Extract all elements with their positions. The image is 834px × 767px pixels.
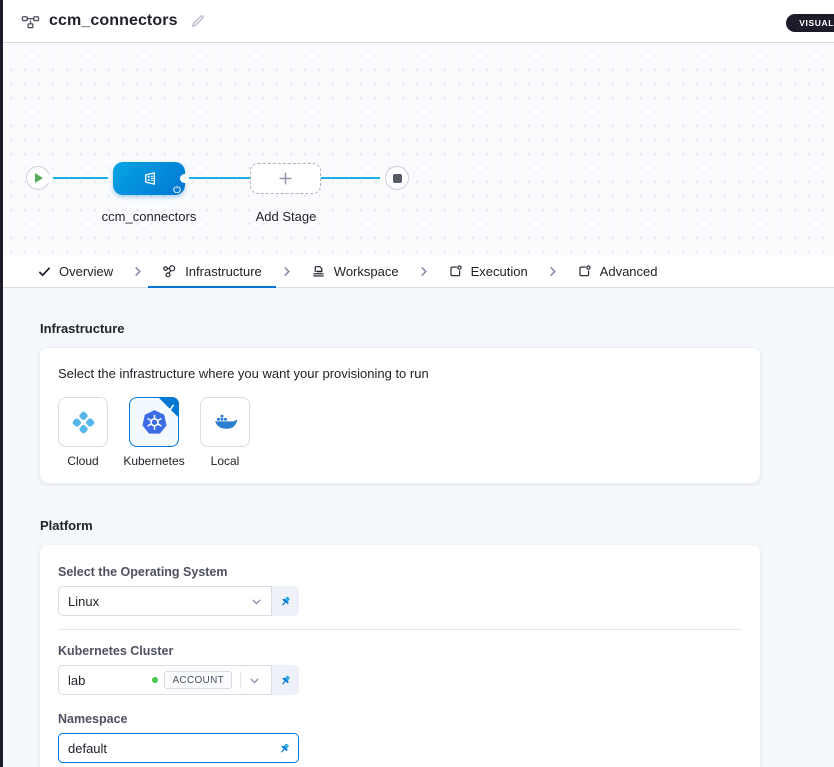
stop-icon	[393, 174, 402, 183]
selected-check-icon	[166, 399, 175, 417]
scope-badge: ACCOUNT	[164, 671, 232, 689]
docker-icon	[211, 408, 239, 436]
pipeline-end-node[interactable]	[385, 166, 409, 190]
edit-pencil-icon[interactable]	[190, 14, 205, 29]
kubernetes-tile[interactable]	[129, 397, 179, 447]
os-fixed-value-button[interactable]	[272, 586, 299, 616]
pipeline-icon	[21, 12, 40, 31]
infra-option-kubernetes[interactable]: Kubernetes	[129, 397, 179, 468]
os-field: Linux	[58, 586, 742, 616]
infra-option-cloud[interactable]: Cloud	[58, 397, 108, 468]
connector-dot	[44, 174, 53, 183]
chevron-right-icon	[547, 255, 558, 287]
pin-icon	[278, 742, 291, 755]
tab-workspace[interactable]: Workspace	[297, 255, 413, 287]
play-icon	[35, 173, 43, 183]
kubernetes-label: Kubernetes	[123, 454, 184, 468]
stage-config-tabbar: Overview Infrastructure Workspace Execut…	[0, 255, 834, 288]
pipeline-canvas[interactable]: ccm_connectors Add Stage	[0, 43, 834, 255]
cluster-field: lab ACCOUNT	[58, 665, 742, 695]
local-tile[interactable]	[200, 397, 250, 447]
chevron-right-icon	[281, 255, 292, 287]
cluster-label: Kubernetes Cluster	[58, 644, 742, 658]
pipeline-connector-line	[38, 177, 397, 179]
chevron-right-icon	[418, 255, 429, 287]
namespace-fixed-value-button[interactable]	[278, 742, 291, 755]
namespace-label: Namespace	[58, 712, 742, 726]
cloud-icon	[70, 409, 97, 436]
infrastructure-tab-content: Infrastructure Select the infrastructure…	[0, 288, 834, 767]
cloud-label: Cloud	[67, 454, 98, 468]
os-value: Linux	[68, 594, 251, 609]
execution-icon	[448, 264, 463, 279]
chevron-down-icon	[249, 675, 260, 686]
visual-yaml-toggle[interactable]: VISUAL	[786, 14, 834, 32]
os-label: Select the Operating System	[58, 565, 742, 579]
local-label: Local	[211, 454, 240, 468]
connector-dot	[180, 174, 189, 183]
check-icon	[38, 265, 51, 278]
infrastructure-card: Select the infrastructure where you want…	[40, 348, 760, 483]
platform-card: Select the Operating System Linux Kubern…	[40, 545, 760, 767]
infrastructure-options: Cloud Kubernetes	[58, 397, 742, 468]
advanced-icon	[577, 264, 592, 279]
namespace-field	[58, 733, 299, 763]
pin-icon	[279, 595, 292, 608]
cluster-chevron[interactable]	[240, 671, 262, 689]
add-stage-button[interactable]	[250, 163, 321, 194]
add-stage-label: Add Stage	[256, 209, 317, 224]
plus-icon	[278, 171, 293, 186]
tab-overview[interactable]: Overview	[24, 255, 127, 287]
namespace-input[interactable]	[68, 741, 278, 756]
infrastructure-description: Select the infrastructure where you want…	[58, 366, 742, 381]
tab-execution[interactable]: Execution	[434, 255, 542, 287]
tab-advanced[interactable]: Advanced	[563, 255, 672, 287]
infrastructure-icon	[162, 264, 177, 279]
infrastructure-heading: Infrastructure	[40, 321, 834, 336]
cluster-value: lab	[68, 673, 152, 688]
pipeline-title: ccm_connectors	[49, 12, 178, 30]
left-nav-edge	[0, 0, 3, 767]
connectivity-status-dot	[152, 677, 158, 683]
cluster-fixed-value-button[interactable]	[272, 665, 299, 695]
chevron-down-icon	[251, 596, 262, 607]
pin-icon	[279, 674, 292, 687]
stage-node-ccm-connectors[interactable]	[113, 162, 185, 195]
os-select[interactable]: Linux	[58, 586, 272, 616]
stage-type-icon	[141, 170, 158, 187]
stage-node-label: ccm_connectors	[102, 209, 197, 224]
infra-option-local[interactable]: Local	[200, 397, 250, 468]
chevron-right-icon	[132, 255, 143, 287]
platform-heading: Platform	[40, 518, 834, 533]
divider	[58, 629, 742, 630]
cluster-select[interactable]: lab ACCOUNT	[58, 665, 272, 695]
cloud-tile[interactable]	[58, 397, 108, 447]
tab-infrastructure[interactable]: Infrastructure	[148, 255, 276, 287]
pipeline-header: ccm_connectors VISUAL	[0, 0, 834, 43]
workspace-icon	[311, 264, 326, 279]
conditional-execution-icon	[173, 185, 181, 193]
